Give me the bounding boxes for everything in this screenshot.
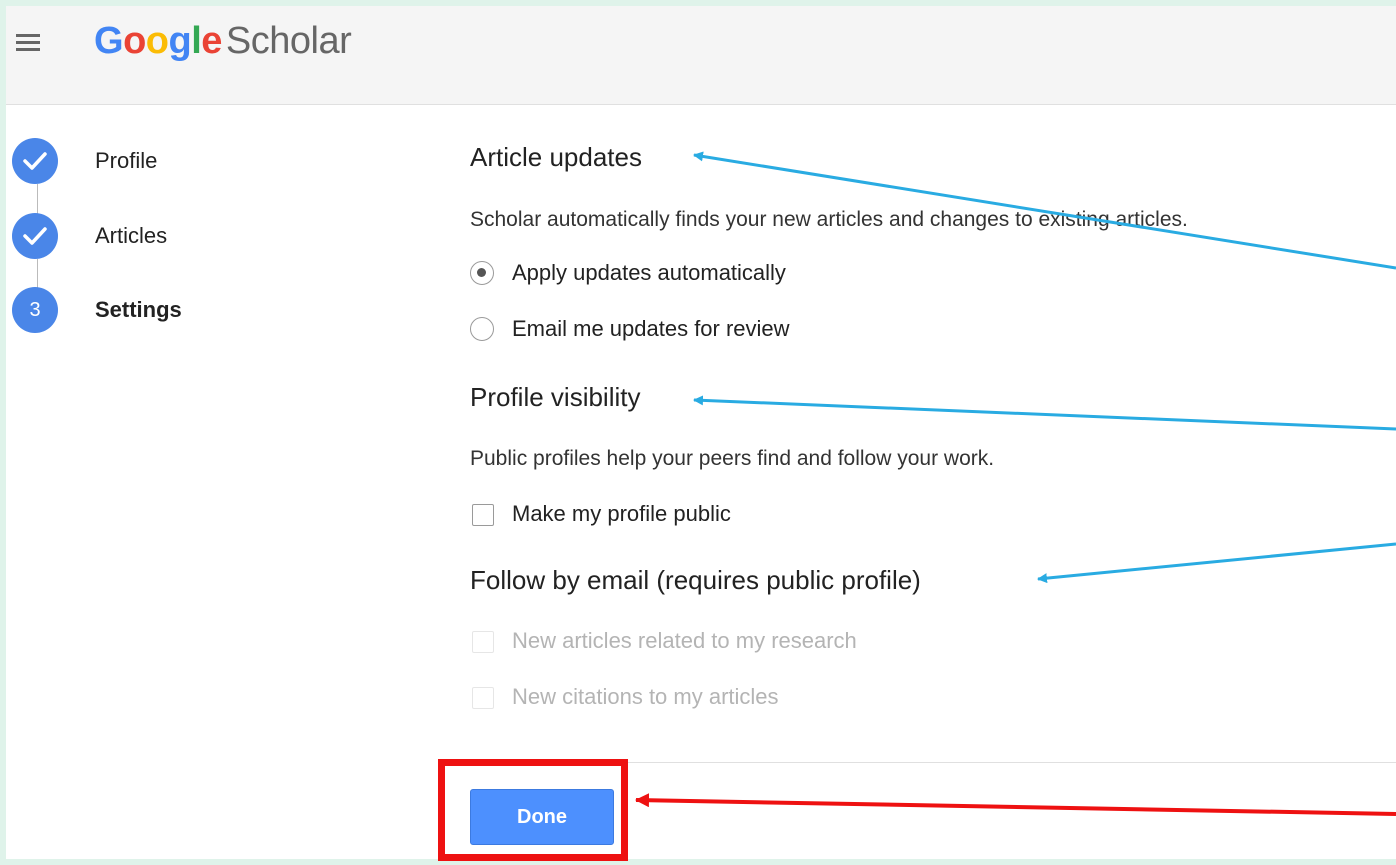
arrow-to-profile-visibility bbox=[693, 395, 1396, 431]
arrow-to-done-button bbox=[635, 793, 1396, 816]
arrow-to-follow-by-email bbox=[1037, 542, 1396, 584]
arrow-to-article-updates bbox=[693, 151, 1396, 270]
annotation-arrows bbox=[635, 151, 1396, 816]
